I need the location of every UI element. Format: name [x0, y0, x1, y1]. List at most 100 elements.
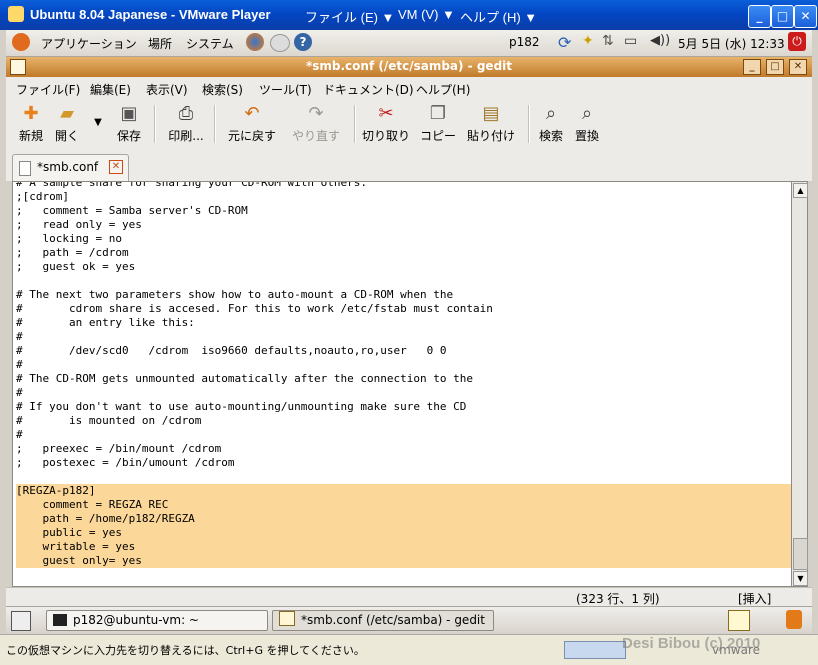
editor-line[interactable]: # — [16, 428, 791, 442]
gedit-statusbar: (323 行、1 列) [挿入] — [6, 587, 812, 607]
floppy-icon: ▣ — [120, 103, 138, 124]
cut-button[interactable]: ✂ 切り取り — [360, 103, 412, 144]
menu-file[interactable]: ファイル(F) — [16, 81, 80, 98]
menu-edit[interactable]: 編集(E) — [90, 81, 131, 98]
show-desktop-icon[interactable] — [11, 611, 31, 631]
taskbar-gedit[interactable]: *smb.conf (/etc/samba) - gedit — [272, 610, 494, 631]
editor-line[interactable]: # The next two parameters show how to au… — [16, 288, 791, 302]
editor-line[interactable]: ; path = /cdrom — [16, 246, 791, 260]
replace-button[interactable]: ⌕ 置換 — [572, 103, 602, 144]
panel-username: p182 — [509, 35, 540, 49]
volume-icon[interactable]: ◀)) — [650, 33, 670, 48]
editor-line[interactable]: # — [16, 330, 791, 344]
undo-button[interactable]: ↶ 元に戻す — [224, 103, 280, 144]
gedit-minimize-button[interactable]: _ — [743, 59, 761, 75]
menu-help[interactable]: ヘルプ(H) — [416, 81, 470, 98]
document-tabbar: *smb.conf ✕ — [6, 151, 812, 181]
find-icon: ⌕ — [545, 103, 557, 124]
vmware-status-text: この仮想マシンに入力先を切り替えるには、Ctrl+G を押してください。 — [6, 644, 365, 657]
gedit-maximize-button[interactable]: □ — [766, 59, 784, 75]
close-button[interactable]: ✕ — [794, 5, 817, 28]
find-button[interactable]: ⌕ 検索 — [536, 103, 566, 144]
editor-line[interactable]: writable = yes — [16, 540, 791, 554]
editor-line[interactable]: # The CD-ROM gets unmounted automaticall… — [16, 372, 791, 386]
tab-close-icon[interactable]: ✕ — [109, 160, 123, 174]
new-document-icon: ✚ — [23, 103, 39, 124]
paste-button[interactable]: ▤ 貼り付け — [464, 103, 518, 144]
panel-clock[interactable]: 5月 5日 (水) 12:33 — [678, 35, 785, 52]
editor-line[interactable]: ; comment = Samba server's CD-ROM — [16, 204, 791, 218]
document-icon — [19, 161, 31, 176]
panel-menu-places[interactable]: 場所 — [148, 35, 172, 52]
watermark: Desi Bibou (c) 2010 — [622, 635, 761, 652]
editor-line[interactable]: guest only= yes — [16, 554, 791, 568]
editor-line[interactable] — [16, 470, 791, 484]
network-icon[interactable]: ⇅ — [602, 33, 614, 49]
editor-line[interactable]: ; read only = yes — [16, 218, 791, 232]
editor-line[interactable]: ; guest ok = yes — [16, 260, 791, 274]
editor-line[interactable]: ; postexec = /bin/umount /cdrom — [16, 456, 791, 470]
panel-menu-applications[interactable]: アプリケーション — [41, 35, 137, 52]
scroll-up-arrow[interactable]: ▲ — [793, 183, 808, 198]
editor-line[interactable]: # A sample share for sharing your CD-ROM… — [16, 182, 791, 190]
device-icons — [564, 641, 626, 659]
vmware-menu-file[interactable]: ファイル (E) ▼ — [305, 7, 394, 26]
notes-icon[interactable] — [728, 610, 750, 631]
minimize-button[interactable]: _ — [748, 5, 771, 28]
vertical-scrollbar[interactable]: ▲ ▼ — [791, 181, 808, 587]
update-icon[interactable]: ⟳ — [558, 33, 574, 52]
editor-line[interactable]: ;[cdrom] — [16, 190, 791, 204]
editor-line[interactable]: comment = REGZA REC — [16, 498, 791, 512]
gedit-close-button[interactable]: ✕ — [789, 59, 807, 75]
editor-line[interactable]: # cdrom share is accesed. For this to wo… — [16, 302, 791, 316]
clipboard-icon: ▤ — [482, 103, 500, 124]
trash-icon[interactable] — [786, 610, 802, 629]
menu-documents[interactable]: ドキュメント(D) — [323, 81, 414, 98]
open-button[interactable]: ▰ 開く — [52, 103, 82, 144]
editor-line[interactable]: public = yes — [16, 526, 791, 540]
panel-menu-system[interactable]: システム — [186, 35, 234, 52]
menu-search[interactable]: 検索(S) — [202, 81, 243, 98]
ubuntu-logo-icon[interactable] — [12, 33, 30, 51]
cursor-position: (323 行、1 列) — [576, 592, 660, 606]
vmware-menu-vm[interactable]: VM (V) ▼ — [398, 7, 455, 22]
editor-line[interactable]: # — [16, 386, 791, 400]
gedit-window-title: *smb.conf (/etc/samba) - gedit — [305, 59, 513, 73]
taskbar-terminal[interactable]: p182@ubuntu-vm: ~ — [46, 610, 268, 631]
print-button[interactable]: ⎙ 印刷... — [166, 103, 206, 144]
open-dropdown-button[interactable]: ▼ — [92, 117, 104, 128]
redo-button[interactable]: ↷ やり直す — [288, 103, 344, 144]
new-button[interactable]: ✚ 新規 — [16, 103, 46, 144]
editor-line[interactable]: # an entry like this: — [16, 316, 791, 330]
help-icon[interactable]: ? — [294, 33, 312, 51]
editor-line[interactable]: # — [16, 358, 791, 372]
folder-icon: ▰ — [60, 103, 74, 124]
tab-smb-conf[interactable]: *smb.conf ✕ — [12, 154, 129, 181]
menu-tools[interactable]: ツール(T) — [259, 81, 312, 98]
bulb-icon[interactable]: ✦ — [582, 33, 594, 49]
editor-line[interactable]: [REGZA-p182] — [16, 484, 791, 498]
editor-line[interactable]: # /dev/scd0 /cdrom iso9660 defaults,noau… — [16, 344, 791, 358]
editor-line[interactable]: # If you don't want to use auto-mounting… — [16, 400, 791, 414]
menu-view[interactable]: 表示(V) — [146, 81, 188, 98]
firefox-icon[interactable] — [246, 33, 264, 51]
display-icon[interactable]: ▭ — [624, 33, 637, 49]
editor-line[interactable] — [16, 274, 791, 288]
vmware-menu-help[interactable]: ヘルプ (H) ▼ — [460, 7, 537, 26]
editor-line[interactable]: ; locking = no — [16, 232, 791, 246]
toolbar-separator — [354, 105, 356, 143]
maximize-button[interactable]: □ — [771, 5, 794, 28]
scroll-thumb[interactable] — [793, 538, 808, 570]
editor-line[interactable]: path = /home/p182/REGZA — [16, 512, 791, 526]
editor-line[interactable]: # is mounted on /cdrom — [16, 414, 791, 428]
editor-line[interactable]: ; preexec = /bin/mount /cdrom — [16, 442, 791, 456]
save-button[interactable]: ▣ 保存 — [114, 103, 144, 144]
power-icon[interactable]: ⏻ — [788, 32, 806, 51]
scroll-down-arrow[interactable]: ▼ — [793, 571, 808, 586]
mail-icon[interactable] — [270, 34, 290, 52]
text-editor[interactable]: # A sample share for sharing your CD-ROM… — [12, 181, 792, 587]
insert-mode: [挿入] — [738, 592, 772, 606]
terminal-icon — [53, 614, 67, 626]
editor-text[interactable]: # A sample share for sharing your CD-ROM… — [13, 182, 791, 568]
copy-button[interactable]: ❐ コピー — [418, 103, 458, 144]
